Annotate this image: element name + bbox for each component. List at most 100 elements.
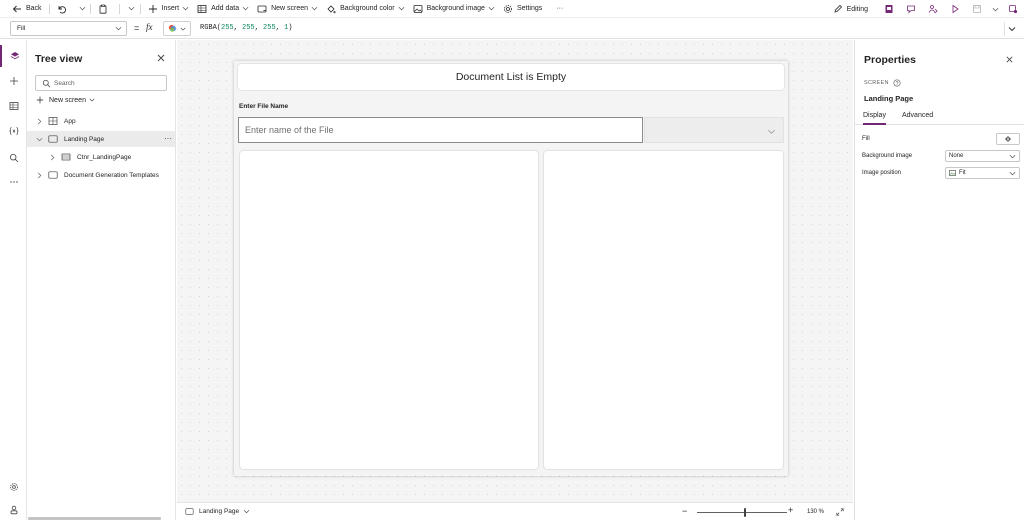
left-rail (0, 40, 27, 520)
tree-view-rail-button[interactable] (0, 45, 27, 67)
expand-formula-button[interactable] (1004, 22, 1018, 36)
more-button[interactable]: ··· (552, 0, 567, 18)
tree-node-landing-page[interactable]: Landing Page ··· (27, 131, 175, 147)
chevron-down-icon (311, 6, 318, 11)
search-icon (42, 79, 51, 88)
screen-icon (48, 171, 58, 179)
chevron-down-icon (992, 7, 998, 11)
image-position-select[interactable]: Fit (945, 167, 1020, 179)
comment-icon (907, 5, 915, 14)
more-icon (9, 181, 18, 183)
tab-display[interactable]: Display (863, 112, 886, 125)
zoom-out-button[interactable]: − (682, 506, 687, 516)
paste-button[interactable] (94, 0, 116, 18)
file-name-input[interactable]: Enter name of the File (238, 117, 643, 143)
plus-icon (36, 96, 44, 104)
comments-button[interactable] (900, 0, 922, 18)
chevron-down-icon (89, 98, 95, 102)
add-data-button[interactable]: Add data (193, 0, 253, 18)
screen-icon (257, 5, 267, 12)
undo-icon (58, 5, 66, 14)
undo-dropdown[interactable] (75, 0, 87, 18)
tree-node-container[interactable]: Ctnr_LandingPage (27, 149, 175, 165)
save-dropdown[interactable] (988, 0, 1002, 18)
account-rail-button[interactable] (0, 499, 27, 520)
paint-bucket-icon (327, 4, 336, 13)
insert-rail-button[interactable] (0, 70, 27, 92)
preview-button[interactable] (944, 0, 966, 18)
property-select[interactable]: Fill (10, 21, 127, 36)
app-checker-button[interactable] (878, 0, 900, 18)
insert-button[interactable]: Insert (144, 0, 194, 18)
share-icon (929, 5, 938, 14)
stethoscope-icon (885, 5, 893, 13)
control-kind: SCREEN (864, 79, 901, 87)
more-rail-button[interactable] (0, 171, 27, 193)
design-canvas[interactable]: Document List is Empty Enter File Name E… (177, 40, 853, 502)
page-header[interactable]: Document List is Empty (238, 64, 784, 90)
variables-rail-button[interactable] (0, 120, 27, 142)
play-icon (952, 4, 959, 14)
divider (89, 3, 91, 14)
back-button[interactable]: Back (8, 0, 46, 18)
image-position-label: Image position (862, 170, 902, 176)
zoom-in-button[interactable]: + (788, 505, 793, 515)
chevron-down-icon (398, 6, 404, 11)
paste-dropdown[interactable] (123, 0, 137, 18)
chevron-right-icon (50, 154, 55, 160)
publish-button[interactable] (1002, 0, 1024, 18)
tree-search-input[interactable]: Search (35, 75, 167, 91)
chevron-down-icon (180, 27, 186, 31)
new-screen-button[interactable]: New screen (253, 0, 322, 18)
command-bar-right: Editing (829, 0, 1024, 18)
fit-to-window-icon[interactable] (836, 508, 844, 516)
save-icon (973, 5, 981, 13)
app-grid-icon (48, 117, 58, 125)
left-list-panel[interactable] (240, 151, 538, 469)
data-rail-button[interactable] (0, 95, 27, 117)
file-type-dropdown[interactable] (644, 117, 784, 143)
save-button[interactable] (966, 0, 988, 18)
chevron-down-icon (1008, 27, 1015, 32)
settings-rail-button[interactable] (0, 476, 27, 498)
undo-button[interactable] (53, 0, 75, 18)
background-image-select[interactable]: None (945, 150, 1020, 162)
tree-node-app[interactable]: App (27, 113, 175, 129)
editing-button[interactable]: Editing (829, 0, 872, 18)
fill-color-button[interactable] (996, 133, 1020, 145)
close-icon[interactable] (1005, 55, 1014, 64)
search-rail-button[interactable] (0, 147, 27, 169)
table-icon (9, 102, 18, 110)
zoom-slider[interactable] (697, 512, 787, 513)
background-color-button[interactable]: Background color (322, 0, 408, 18)
variable-icon (8, 127, 19, 135)
plus-icon (148, 4, 157, 13)
screen-selector[interactable]: Landing Page (185, 508, 250, 515)
person-icon (10, 505, 17, 515)
tree-node-doc-templates[interactable]: Document Generation Templates (27, 167, 175, 183)
formula-input[interactable]: RGBA(255, 255, 255, 1) (200, 24, 292, 32)
settings-button[interactable]: Settings (499, 0, 546, 18)
properties-tabs: Display Advanced (855, 110, 1024, 125)
tab-advanced[interactable]: Advanced (902, 112, 933, 125)
background-image-button[interactable]: Background image (409, 0, 499, 18)
tree-new-screen-button[interactable]: New screen (36, 96, 95, 104)
copilot-button[interactable] (163, 21, 191, 36)
control-name: Landing Page (864, 94, 914, 103)
command-bar: Back Insert Add data New screen Backgrou… (0, 0, 1024, 18)
equals-sign: = (134, 23, 140, 33)
node-more-button[interactable]: ··· (164, 134, 172, 143)
chevron-down-icon (1009, 171, 1016, 176)
zoom-slider-thumb[interactable] (744, 508, 746, 517)
image-icon (413, 4, 422, 13)
share-button[interactable] (922, 0, 944, 18)
close-icon[interactable] (156, 53, 166, 63)
help-icon[interactable] (893, 79, 901, 87)
divider (118, 3, 120, 14)
right-preview-panel[interactable] (544, 151, 783, 469)
chevron-down-icon (128, 6, 134, 11)
container-icon (61, 153, 71, 161)
chevron-down-icon (768, 129, 775, 134)
chevron-down-icon (79, 6, 85, 11)
landing-page-screen[interactable]: Document List is Empty Enter File Name E… (234, 61, 788, 476)
